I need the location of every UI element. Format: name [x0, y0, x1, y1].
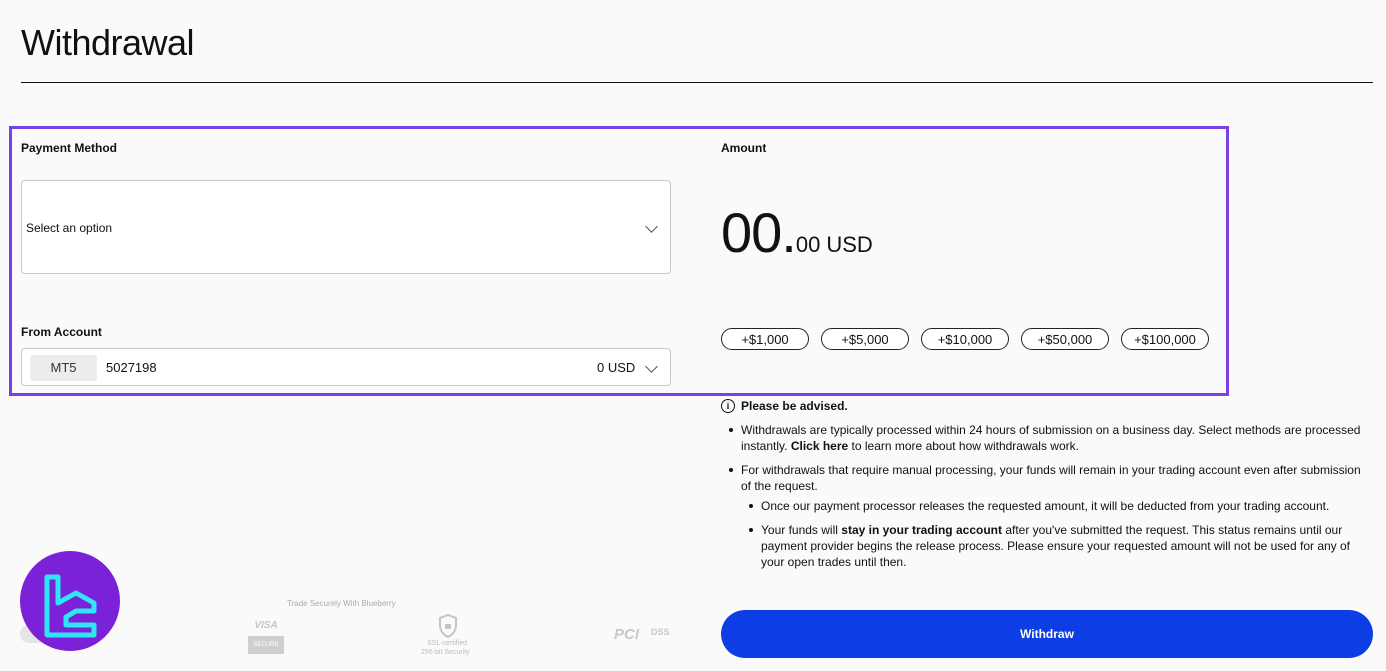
dss-badge-text: DSS	[651, 627, 670, 637]
bullet-dot	[749, 504, 753, 508]
advisory-line: For withdrawals that require manual proc…	[741, 463, 1361, 477]
pci-badge-text: PCI	[614, 626, 640, 643]
account-number: 5027198	[106, 360, 157, 375]
advisory-line: payment provider begins the release proc…	[761, 539, 1351, 553]
bullet-dot	[749, 528, 753, 532]
shield-icon	[439, 614, 457, 638]
platform-badge: MT5	[30, 355, 97, 381]
advisory-line: instantly. Click here to learn more abou…	[741, 438, 1079, 454]
advisory-text: to learn more about how withdrawals work…	[851, 439, 1079, 453]
visa-secure-badge: SECURE	[248, 636, 284, 654]
watermark-logo-mark	[44, 574, 97, 638]
ssl-text: SSL-certified	[427, 640, 468, 647]
payment-method-label: Payment Method	[21, 141, 118, 155]
advisory-text: Your funds will	[761, 523, 838, 537]
account-balance: 0 USD	[597, 360, 636, 375]
visa-badge-text: VISA	[254, 620, 278, 631]
quick-amount-1000-button[interactable]: +$1,000	[721, 328, 809, 350]
advisory-line: Your funds will stay in your trading acc…	[761, 522, 1342, 538]
quick-amount-5000-button[interactable]: +$5,000	[821, 328, 909, 350]
advisory-line: Withdrawals are typically processed with…	[741, 423, 1361, 437]
amount-decimal: 00	[795, 232, 821, 257]
info-icon: i	[721, 399, 735, 413]
advisory-bold-text: stay in your trading account	[841, 523, 1002, 537]
quick-amount-10000-button[interactable]: +$10,000	[921, 328, 1009, 350]
advisory-text: instantly.	[741, 439, 788, 453]
title-divider	[21, 82, 1373, 83]
advisory-line: Once our payment processor releases the …	[761, 499, 1330, 513]
payment-method-select[interactable]	[21, 180, 671, 274]
advisory-text: after you've submitted the request. This…	[1005, 523, 1343, 537]
amount-input[interactable]: 00.00 USD	[721, 200, 873, 265]
amount-label: Amount	[721, 141, 767, 155]
payment-method-placeholder: Select an option	[26, 221, 113, 235]
advisory-line: your open trades until then.	[761, 555, 907, 569]
advisory-title: Please be advised.	[741, 399, 848, 413]
amount-currency: USD	[826, 232, 873, 257]
page-title: Withdrawal	[21, 22, 195, 63]
withdraw-button[interactable]: Withdraw	[721, 610, 1373, 658]
from-account-label: From Account	[21, 325, 102, 339]
ssl-sub-text: 256-bit Security	[421, 649, 470, 656]
click-here-link[interactable]: Click here	[791, 439, 848, 453]
advisory-line: of the request.	[741, 479, 818, 493]
bullet-dot	[729, 428, 733, 432]
bullet-dot	[729, 468, 733, 472]
trade-secure-text: Trade Securely With Blueberry	[287, 599, 396, 608]
quick-amount-100000-button[interactable]: +$100,000	[1121, 328, 1209, 350]
quick-amount-50000-button[interactable]: +$50,000	[1021, 328, 1109, 350]
amount-integer: 00.	[721, 201, 797, 264]
